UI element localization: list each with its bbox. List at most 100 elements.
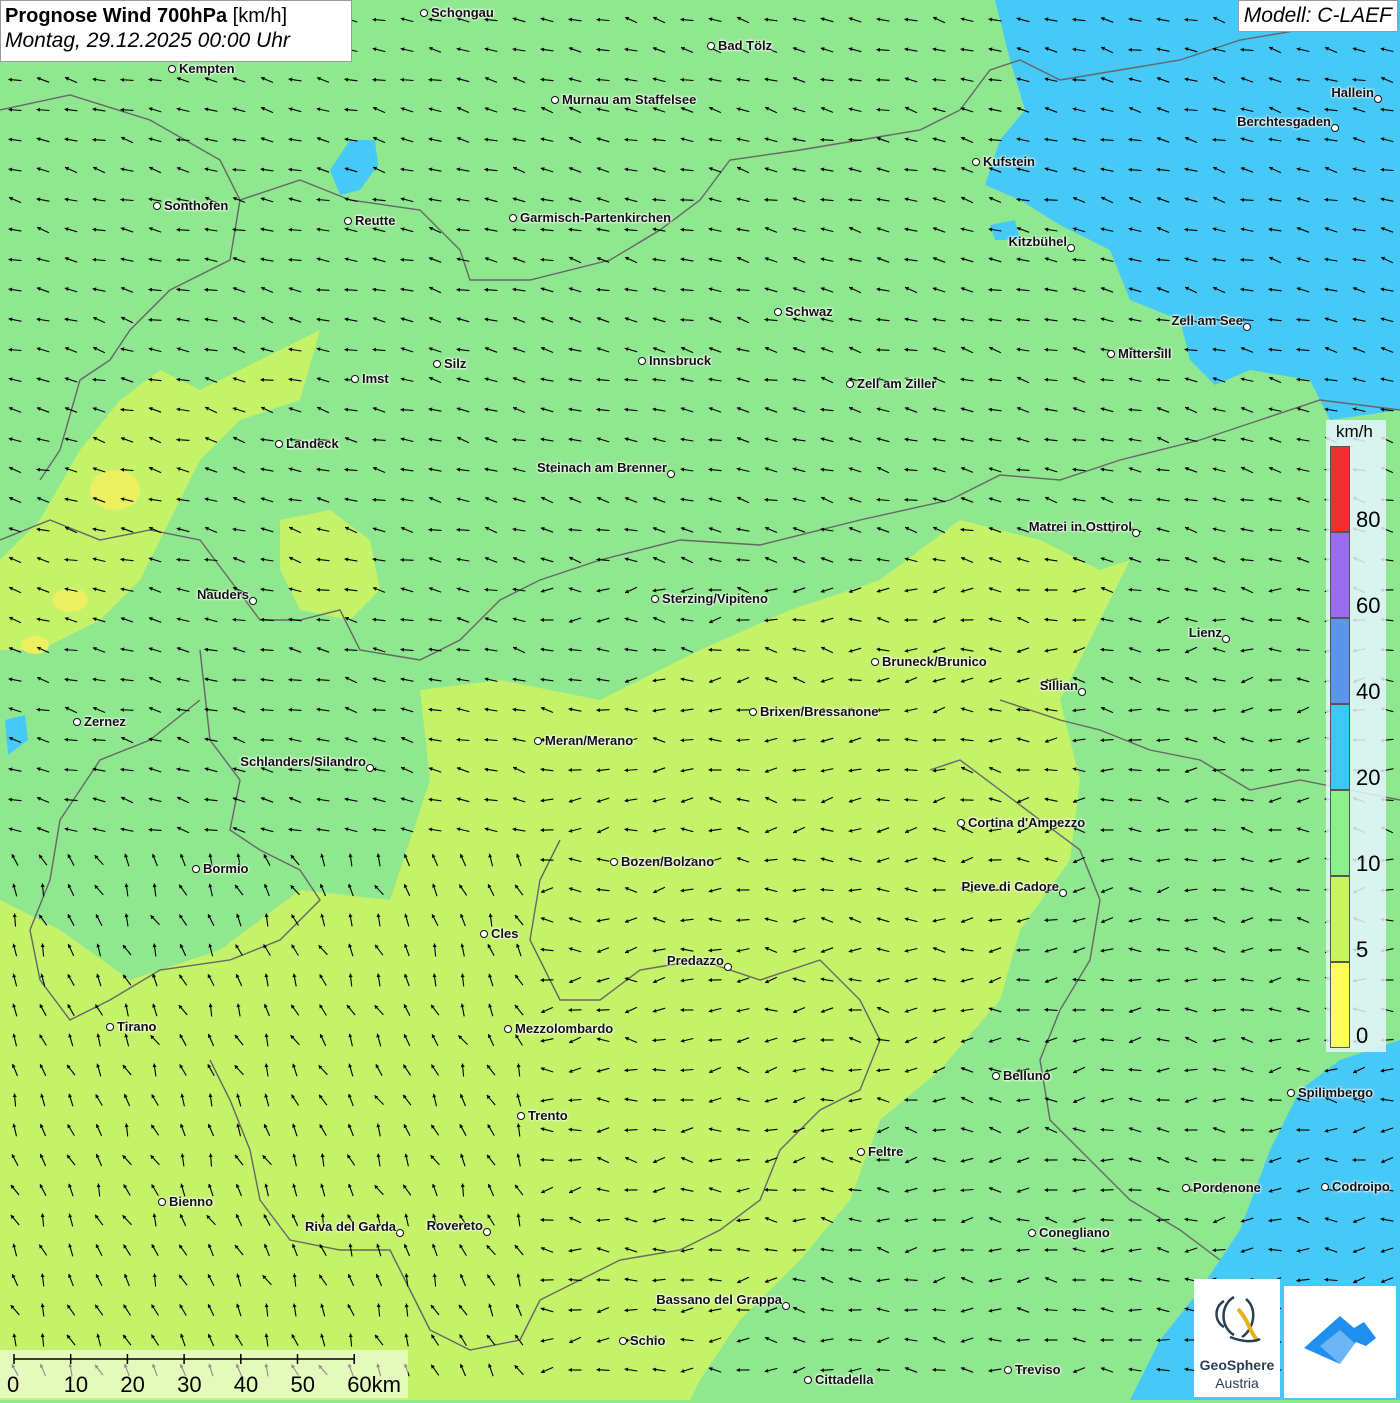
- city-label: Kitzbühel: [1009, 234, 1068, 249]
- wind-zone-0-5-spot: [90, 470, 140, 510]
- legend-tick-label: 80: [1356, 507, 1380, 533]
- city-marker: [1243, 323, 1251, 331]
- city-marker: [275, 440, 283, 448]
- city-label: Berchtesgaden: [1237, 114, 1331, 129]
- city-marker: [249, 597, 257, 605]
- city-marker: [351, 375, 359, 383]
- city-label: Schwaz: [785, 304, 833, 319]
- city-label: Riva del Garda: [305, 1219, 396, 1234]
- city-marker: [1374, 95, 1382, 103]
- city-marker: [366, 764, 374, 772]
- city-label: Nauders: [197, 587, 249, 602]
- city-label: Hallein: [1331, 85, 1374, 100]
- city-label: Meran/Merano: [545, 733, 633, 748]
- app-logo: [1284, 1286, 1396, 1398]
- city-marker: [972, 158, 980, 166]
- city-marker: [433, 360, 441, 368]
- city-label: Matrei in Osttirol: [1029, 519, 1132, 534]
- city-label: Imst: [362, 371, 389, 386]
- city-marker: [1107, 350, 1115, 358]
- city-marker: [619, 1337, 627, 1345]
- city-label: Steinach am Brenner: [537, 460, 667, 475]
- city-label: Schio: [630, 1333, 665, 1348]
- legend-segment: [1330, 532, 1350, 618]
- city-label: Brixen/Bressanone: [760, 704, 879, 719]
- city-marker: [192, 865, 200, 873]
- city-marker: [396, 1229, 404, 1237]
- city-label: Trento: [528, 1108, 568, 1123]
- legend-tick-label: 5: [1356, 937, 1368, 963]
- city-marker: [158, 1198, 166, 1206]
- scale-label: 20: [120, 1372, 144, 1398]
- city-marker: [992, 1072, 1000, 1080]
- city-label: Cittadella: [815, 1372, 874, 1387]
- city-marker: [1078, 688, 1086, 696]
- legend-tick-label: 20: [1356, 765, 1380, 791]
- legend-segment: [1330, 704, 1350, 790]
- legend-segment: [1330, 618, 1350, 704]
- city-marker: [610, 858, 618, 866]
- legend-color-bar: [1330, 446, 1350, 1048]
- city-marker: [504, 1025, 512, 1033]
- city-label: Mezzolombardo: [515, 1021, 613, 1036]
- city-marker: [724, 963, 732, 971]
- city-label: Conegliano: [1039, 1225, 1110, 1240]
- city-label: Silz: [444, 356, 466, 371]
- city-label: Zell am See: [1171, 313, 1243, 328]
- city-marker: [1331, 124, 1339, 132]
- city-label: Sonthofen: [164, 198, 228, 213]
- wind-zone-0-5-spot: [52, 588, 88, 612]
- model-label: Modell: C-LAEF: [1238, 0, 1398, 32]
- legend-segment: [1330, 446, 1350, 532]
- city-marker: [1182, 1184, 1190, 1192]
- city-label: Rovereto: [427, 1218, 483, 1233]
- city-label: Kempten: [179, 61, 235, 76]
- forecast-datetime: Montag, 29.12.2025 00:00 Uhr: [5, 29, 347, 53]
- city-marker: [106, 1023, 114, 1031]
- city-marker: [1059, 889, 1067, 897]
- city-label: Innsbruck: [649, 353, 711, 368]
- city-label: Sterzing/Vipiteno: [662, 591, 768, 606]
- city-label: Bad Tölz: [718, 38, 772, 53]
- city-label: Bassano del Grappa: [656, 1292, 782, 1307]
- city-marker: [871, 658, 879, 666]
- scale-label: 10: [64, 1372, 88, 1398]
- city-marker: [1287, 1089, 1295, 1097]
- city-label: Kufstein: [983, 154, 1035, 169]
- city-marker: [846, 380, 854, 388]
- scale-label: 30: [177, 1372, 201, 1398]
- color-legend: km/h 806040201050: [1326, 420, 1386, 1052]
- map-title: Prognose Wind 700hPa [km/h]: [5, 5, 347, 28]
- city-label: Pieve di Cadore: [961, 879, 1059, 894]
- city-label: Schongau: [431, 5, 494, 20]
- legend-tick-label: 40: [1356, 679, 1380, 705]
- scale-label: 0: [7, 1372, 19, 1398]
- city-marker: [749, 708, 757, 716]
- city-marker: [551, 96, 559, 104]
- city-marker: [509, 214, 517, 222]
- legend-unit: km/h: [1336, 422, 1373, 442]
- city-marker: [1222, 635, 1230, 643]
- city-marker: [344, 217, 352, 225]
- city-label: Cles: [491, 926, 518, 941]
- city-marker: [957, 819, 965, 827]
- legend-segment: [1330, 790, 1350, 876]
- city-marker: [153, 202, 161, 210]
- city-marker: [168, 65, 176, 73]
- city-marker: [517, 1112, 525, 1120]
- city-marker: [782, 1302, 790, 1310]
- city-marker: [73, 718, 81, 726]
- city-marker: [774, 308, 782, 316]
- city-marker: [667, 470, 675, 478]
- city-label: Bruneck/Brunico: [882, 654, 987, 669]
- city-marker: [1028, 1229, 1036, 1237]
- city-marker: [651, 595, 659, 603]
- city-label: Cortina d'Ampezzo: [968, 815, 1085, 830]
- city-marker: [480, 930, 488, 938]
- city-label: Bienno: [169, 1194, 213, 1209]
- scale-label: 40: [234, 1372, 258, 1398]
- city-label: Pordenone: [1193, 1180, 1261, 1195]
- city-label: Belluno: [1003, 1068, 1051, 1083]
- city-marker: [638, 357, 646, 365]
- city-label: Sillian: [1040, 678, 1078, 693]
